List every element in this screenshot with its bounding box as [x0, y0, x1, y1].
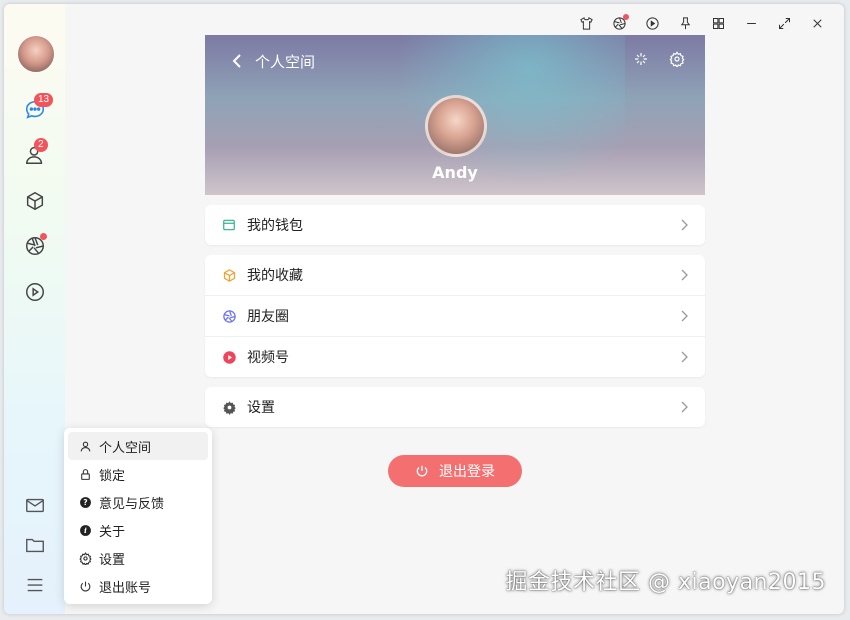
popup-item-signout[interactable]: 退出账号 [64, 572, 212, 600]
popup-label: 关于 [99, 524, 126, 540]
mail-icon[interactable] [24, 494, 46, 516]
skin-button[interactable] [570, 12, 603, 34]
menu-item-channels[interactable]: 视频号 [205, 337, 705, 377]
popup-item-settings[interactable]: 设置 [64, 544, 212, 572]
menu-item-settings[interactable]: 设置 [205, 387, 705, 427]
chevron-right-icon [681, 351, 688, 363]
contacts-badge: 2 [34, 138, 48, 152]
svg-text:i: i [84, 526, 87, 535]
features-card: 我的收藏 朋友圈 视频号 [205, 255, 705, 377]
back-icon[interactable] [229, 52, 245, 70]
play-title-button[interactable] [636, 12, 669, 34]
profile-avatar[interactable] [425, 95, 487, 157]
contacts-nav-button[interactable]: 2 [22, 138, 48, 168]
moments-title-button[interactable] [603, 12, 636, 34]
question-icon: ? [78, 495, 92, 509]
watermark-text: 掘金技术社区 @ xiaoyan2015 [505, 570, 826, 595]
moments-label: 朋友圈 [247, 309, 289, 325]
moments-nav-button[interactable] [22, 233, 48, 259]
pin-icon [680, 16, 691, 29]
wallet-card: 我的钱包 [205, 205, 705, 245]
maximize-button[interactable] [768, 12, 801, 34]
gear-icon [78, 551, 92, 565]
layout-button[interactable] [702, 12, 735, 34]
wallet-icon [221, 217, 237, 233]
play-circle-icon [26, 283, 44, 301]
popup-item-feedback[interactable]: ? 意见与反馈 [64, 488, 212, 516]
settings-label: 设置 [247, 400, 275, 416]
favorites-label: 我的收藏 [247, 268, 303, 284]
popup-label: 退出账号 [99, 580, 152, 596]
video-channel-icon [221, 349, 237, 365]
info-icon: i [78, 523, 92, 537]
chat-unread-badge: 13 [34, 93, 54, 107]
account-popup-menu: 个人空间 锁定 ? 意见与反馈 i 关于 设置 退出账号 [64, 428, 212, 604]
popup-item-lock[interactable]: 锁定 [64, 460, 212, 488]
popup-label: 锁定 [99, 468, 126, 484]
pin-button[interactable] [669, 12, 702, 34]
chevron-right-icon [681, 219, 688, 231]
menu-item-moments[interactable]: 朋友圈 [205, 296, 705, 337]
tshirt-icon [580, 16, 593, 30]
favorites-icon [221, 267, 237, 283]
lock-icon [78, 467, 92, 481]
menu-icon[interactable] [24, 574, 46, 596]
moments-dot [40, 233, 47, 240]
moments-icon [221, 308, 237, 324]
page-title: 个人空间 [255, 53, 316, 71]
settings-icon [221, 399, 237, 415]
settings-card: 设置 [205, 387, 705, 427]
popup-item-profile[interactable]: 个人空间 [68, 432, 208, 460]
profile-panel: 个人空间 Andy 我的钱包 我的收藏 朋友圈 视频号 设置 [205, 35, 705, 427]
popup-label: 设置 [99, 552, 126, 568]
popup-item-about[interactable]: i 关于 [64, 516, 212, 544]
svg-text:?: ? [83, 498, 87, 507]
maximize-icon [779, 17, 790, 29]
menu-item-wallet[interactable]: 我的钱包 [205, 205, 705, 245]
popup-label: 个人空间 [99, 440, 152, 456]
chevron-right-icon [681, 269, 688, 281]
power-icon [78, 579, 92, 593]
app-window: 13 2 个人空间 Andy 我的钱包 我的收藏 朋友圈 视频号 设置 退出登录… [4, 4, 844, 614]
username: Andy [432, 163, 478, 182]
user-avatar[interactable] [17, 35, 55, 73]
folder-icon[interactable] [24, 534, 46, 556]
power-icon [416, 465, 428, 477]
logout-button[interactable]: 退出登录 [388, 455, 522, 487]
minimize-icon [747, 22, 756, 24]
titlebar-controls [570, 12, 834, 34]
chat-nav-button[interactable]: 13 [22, 93, 54, 123]
gear-icon[interactable] [669, 51, 685, 67]
menu-item-favorites[interactable]: 我的收藏 [205, 255, 705, 296]
chevron-right-icon [681, 401, 688, 413]
cube-icon [26, 191, 44, 211]
close-button[interactable] [801, 12, 834, 34]
sparkle-icon[interactable] [633, 51, 649, 67]
minimize-button[interactable] [735, 12, 768, 34]
channels-label: 视频号 [247, 350, 289, 366]
video-nav-button[interactable] [22, 279, 48, 305]
aperture-dot [623, 14, 629, 20]
grid-icon [713, 17, 724, 29]
profile-header: 个人空间 Andy [205, 35, 705, 195]
wallet-label: 我的钱包 [247, 218, 303, 234]
sidebar: 13 2 [4, 4, 65, 614]
popup-label: 意见与反馈 [99, 496, 165, 512]
play-icon [646, 16, 659, 30]
close-icon [813, 18, 822, 28]
user-icon [78, 439, 92, 453]
logout-label: 退出登录 [439, 464, 495, 480]
box-nav-button[interactable] [22, 188, 48, 214]
chevron-right-icon [681, 310, 688, 322]
